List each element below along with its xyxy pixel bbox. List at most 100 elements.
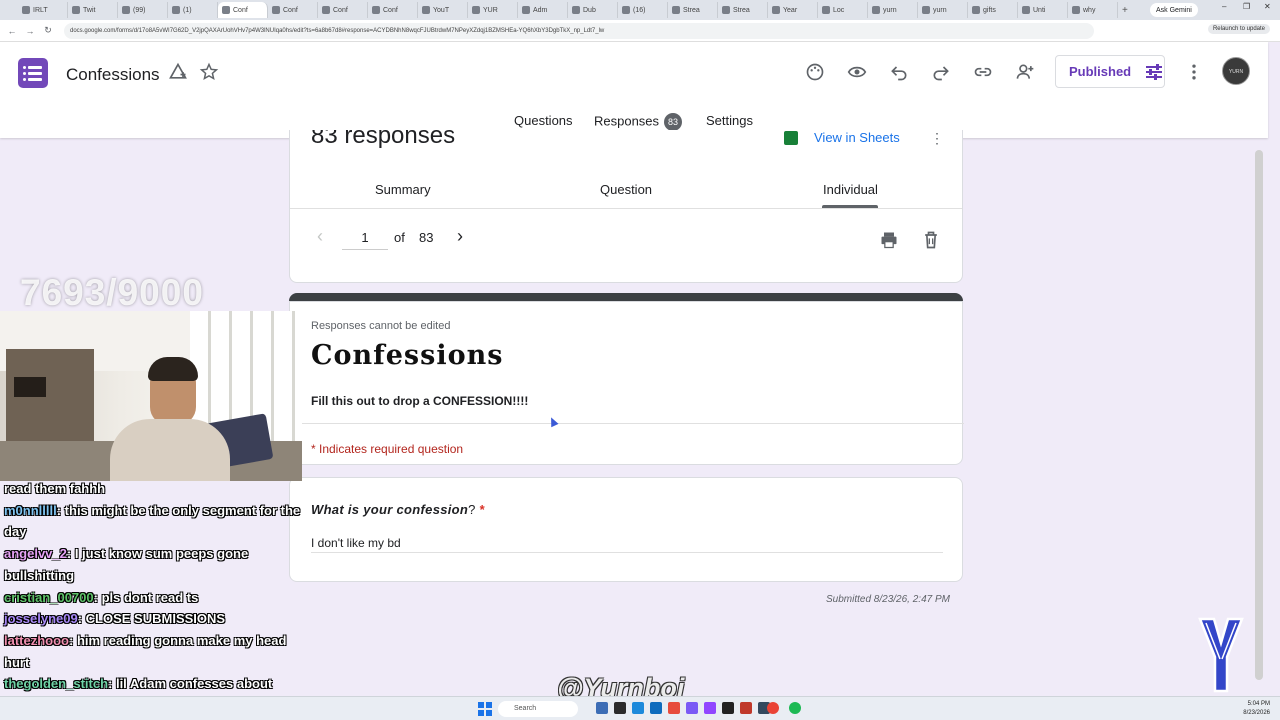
more-options-icon[interactable] (1182, 60, 1206, 84)
tab-responses[interactable]: Responses 83 (594, 113, 683, 131)
browser-tab[interactable]: Unti (1018, 2, 1068, 18)
browser-tab[interactable]: gifts (968, 2, 1018, 18)
close-window-icon[interactable]: ✕ (1264, 2, 1271, 11)
palette-icon[interactable] (803, 60, 827, 84)
responses-more-icon[interactable]: ⋮ (930, 130, 944, 147)
browser-tab[interactable]: Conf (218, 2, 268, 18)
published-button[interactable]: Published (1055, 55, 1165, 88)
browser-tab-label: yurn (883, 6, 897, 14)
browser-tab[interactable]: Conf (368, 2, 418, 18)
avatar[interactable]: YURN (1222, 57, 1250, 85)
browser-tab[interactable]: Dub (568, 2, 618, 18)
maximize-icon[interactable]: ❐ (1243, 2, 1250, 11)
spotify-icon[interactable] (789, 702, 801, 714)
link-icon[interactable] (971, 60, 995, 84)
browser-tab[interactable]: (1) (168, 2, 218, 18)
reload-icon[interactable]: ↻ (42, 25, 54, 36)
required-note: * Indicates required question (311, 442, 464, 456)
twitch-icon[interactable] (704, 702, 716, 714)
system-clock[interactable]: 5:04 PM 8/23/2026 (1243, 700, 1270, 718)
windows-start-icon[interactable] (478, 702, 492, 716)
next-response-icon[interactable]: › (457, 226, 463, 247)
terminal-icon[interactable] (614, 702, 626, 714)
sliders-icon (1146, 63, 1163, 80)
browser-tab-label: Unti (1033, 6, 1046, 14)
move-to-folder-icon[interactable] (166, 60, 190, 84)
sub-goal-counter: 7693/9000 (20, 272, 204, 313)
url-field[interactable]: docs.google.com/forms/d/17o8A5vWI7G62D_V… (64, 22, 1094, 39)
file-explorer-icon[interactable] (596, 702, 608, 714)
app-icon-1[interactable] (668, 702, 680, 714)
tab-favicon-icon (872, 6, 880, 14)
edge-icon[interactable] (632, 702, 644, 714)
stream-chat: read them fahhh m0nnlllll: this might be … (4, 478, 304, 717)
browser-tab[interactable]: Adm (518, 2, 568, 18)
question-card: What is your confession? * I don't like … (289, 477, 963, 582)
browser-tab-label: (99) (133, 6, 146, 14)
preview-eye-icon[interactable] (845, 60, 869, 84)
google-forms-logo[interactable] (18, 58, 48, 88)
browser-tab-label: (1) (183, 6, 192, 14)
browser-tab[interactable]: (16) (618, 2, 668, 18)
tab-settings[interactable]: Settings (706, 113, 753, 128)
new-tab-button[interactable]: + (1122, 5, 1128, 16)
delete-icon[interactable] (921, 230, 941, 250)
subtab-question[interactable]: Question (600, 182, 652, 197)
browser-tab[interactable]: Strea (718, 2, 768, 18)
forward-icon[interactable]: → (24, 26, 36, 36)
previous-response-icon[interactable]: ‹ (317, 226, 323, 247)
subtab-individual[interactable]: Individual (823, 182, 878, 197)
taskbar-search[interactable]: Search (498, 701, 578, 717)
sheets-icon (784, 130, 798, 145)
chat-username: m0nnlllll (4, 502, 57, 518)
ask-gemini-button[interactable]: Ask Gemini (1150, 3, 1198, 17)
form-title[interactable]: Confessions (66, 65, 160, 85)
chrome-icon[interactable] (767, 702, 779, 714)
browser-tab[interactable]: IRLT (18, 2, 68, 18)
page-number-input[interactable]: 1 (342, 230, 388, 250)
browser-tab[interactable]: Conf (318, 2, 368, 18)
tab-favicon-icon (322, 6, 330, 14)
page-scrollbar[interactable] (1255, 150, 1263, 680)
chat-message: josselyne09: CLOSE SUBMISSIONS (4, 608, 304, 630)
browser-tab[interactable]: yurn (868, 2, 918, 18)
relaunch-update-button[interactable]: Relaunch to update (1207, 24, 1270, 34)
webcam-fireplace-wall (6, 349, 94, 449)
tab-questions[interactable]: Questions (514, 113, 573, 128)
browser-tab[interactable]: (99) (118, 2, 168, 18)
view-in-sheets-link[interactable]: View in Sheets (784, 130, 900, 145)
browser-tab[interactable]: Conf (268, 2, 318, 18)
browser-tab[interactable]: Strea (668, 2, 718, 18)
back-icon[interactable]: ← (6, 26, 18, 36)
published-label: Published (1069, 64, 1132, 79)
browser-tab-label: Conf (383, 6, 398, 14)
browser-tab[interactable]: Year (768, 2, 818, 18)
browser-tab-label: Strea (733, 6, 750, 14)
add-collaborator-icon[interactable] (1013, 60, 1037, 84)
browser-tab[interactable]: YUR (468, 2, 518, 18)
redo-icon[interactable] (929, 60, 953, 84)
minimize-icon[interactable]: – (1222, 2, 1226, 11)
browser-tab[interactable]: why (1068, 2, 1118, 18)
app-icon-3[interactable] (740, 702, 752, 714)
chat-message: m0nnlllll: this might be the only segmen… (4, 500, 304, 543)
app-icon-2[interactable] (686, 702, 698, 714)
browser-tab-label: (16) (633, 6, 646, 14)
browser-tab[interactable]: yurn (918, 2, 968, 18)
browser-tab-label: Adm (533, 6, 548, 14)
star-icon[interactable] (197, 60, 221, 84)
browser-tab-label: IRLT (33, 6, 48, 14)
undo-icon[interactable] (887, 60, 911, 84)
tab-favicon-icon (722, 6, 730, 14)
browser-tab[interactable]: Loc (818, 2, 868, 18)
print-icon[interactable] (879, 230, 899, 250)
subtab-summary[interactable]: Summary (375, 182, 431, 197)
store-icon[interactable] (650, 702, 662, 714)
browser-tab[interactable]: Twit (68, 2, 118, 18)
answer-underline (311, 552, 943, 553)
webcam-feed (0, 311, 302, 481)
browser-tab-label: Conf (333, 6, 348, 14)
browser-tab[interactable]: YouT (418, 2, 468, 18)
browser-tab-label: Loc (833, 6, 845, 14)
obs-icon[interactable] (722, 702, 734, 714)
